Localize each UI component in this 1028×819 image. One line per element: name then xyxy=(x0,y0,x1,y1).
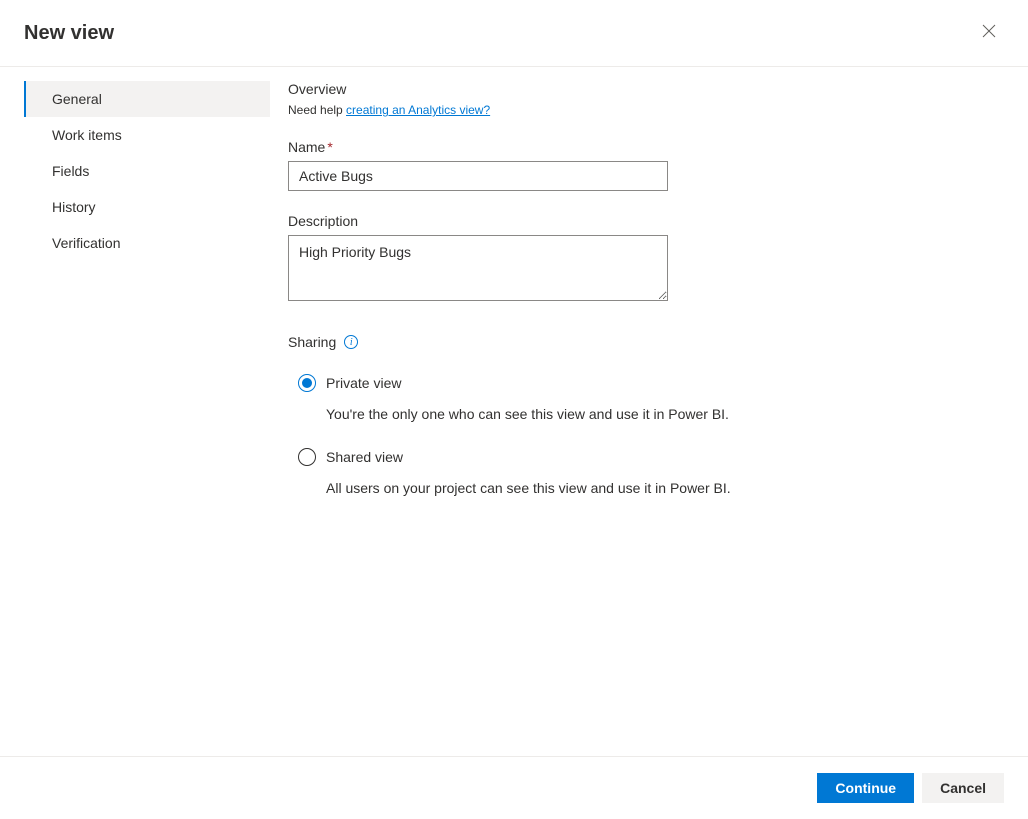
sidebar: General Work items Fields History Verifi… xyxy=(0,67,270,746)
name-input[interactable] xyxy=(288,161,668,191)
name-label: Name* xyxy=(288,139,1004,155)
cancel-button[interactable]: Cancel xyxy=(922,773,1004,803)
info-icon[interactable]: i xyxy=(344,335,358,349)
sidebar-item-verification[interactable]: Verification xyxy=(24,225,270,261)
sidebar-item-history[interactable]: History xyxy=(24,189,270,225)
content-panel: Overview Need help creating an Analytics… xyxy=(270,67,1028,746)
description-textarea[interactable]: High Priority Bugs xyxy=(288,235,668,301)
radio-option-shared: Shared view All users on your project ca… xyxy=(298,448,1004,496)
dialog-header: New view xyxy=(0,0,1028,67)
sharing-label: Sharing xyxy=(288,334,336,350)
sidebar-item-label: History xyxy=(52,199,96,215)
radio-shared[interactable]: Shared view xyxy=(298,448,1004,466)
overview-title: Overview xyxy=(288,81,1004,97)
radio-private[interactable]: Private view xyxy=(298,374,1004,392)
continue-button[interactable]: Continue xyxy=(817,773,914,803)
sharing-header: Sharing i xyxy=(288,334,1004,350)
sidebar-item-work-items[interactable]: Work items xyxy=(24,117,270,153)
help-link[interactable]: creating an Analytics view? xyxy=(346,103,490,117)
sidebar-item-label: Verification xyxy=(52,235,120,251)
radio-label: Private view xyxy=(326,375,401,391)
radio-option-private: Private view You're the only one who can… xyxy=(298,374,1004,422)
close-icon xyxy=(982,24,996,38)
required-indicator: * xyxy=(327,139,332,155)
sidebar-item-label: Work items xyxy=(52,127,122,143)
description-label: Description xyxy=(288,213,1004,229)
sharing-radio-group: Private view You're the only one who can… xyxy=(288,374,1004,496)
radio-label: Shared view xyxy=(326,449,403,465)
sidebar-item-label: General xyxy=(52,91,102,107)
help-text: Need help creating an Analytics view? xyxy=(288,103,1004,117)
sidebar-item-fields[interactable]: Fields xyxy=(24,153,270,189)
radio-description: All users on your project can see this v… xyxy=(326,480,1004,496)
sidebar-item-label: Fields xyxy=(52,163,89,179)
dialog-footer: Continue Cancel xyxy=(0,756,1028,819)
radio-circle-icon xyxy=(298,374,316,392)
sidebar-item-general[interactable]: General xyxy=(24,81,270,117)
dialog-body: General Work items Fields History Verifi… xyxy=(0,67,1028,746)
close-button[interactable] xyxy=(974,20,1004,46)
dialog-title: New view xyxy=(24,22,114,45)
radio-circle-icon xyxy=(298,448,316,466)
radio-description: You're the only one who can see this vie… xyxy=(326,406,1004,422)
